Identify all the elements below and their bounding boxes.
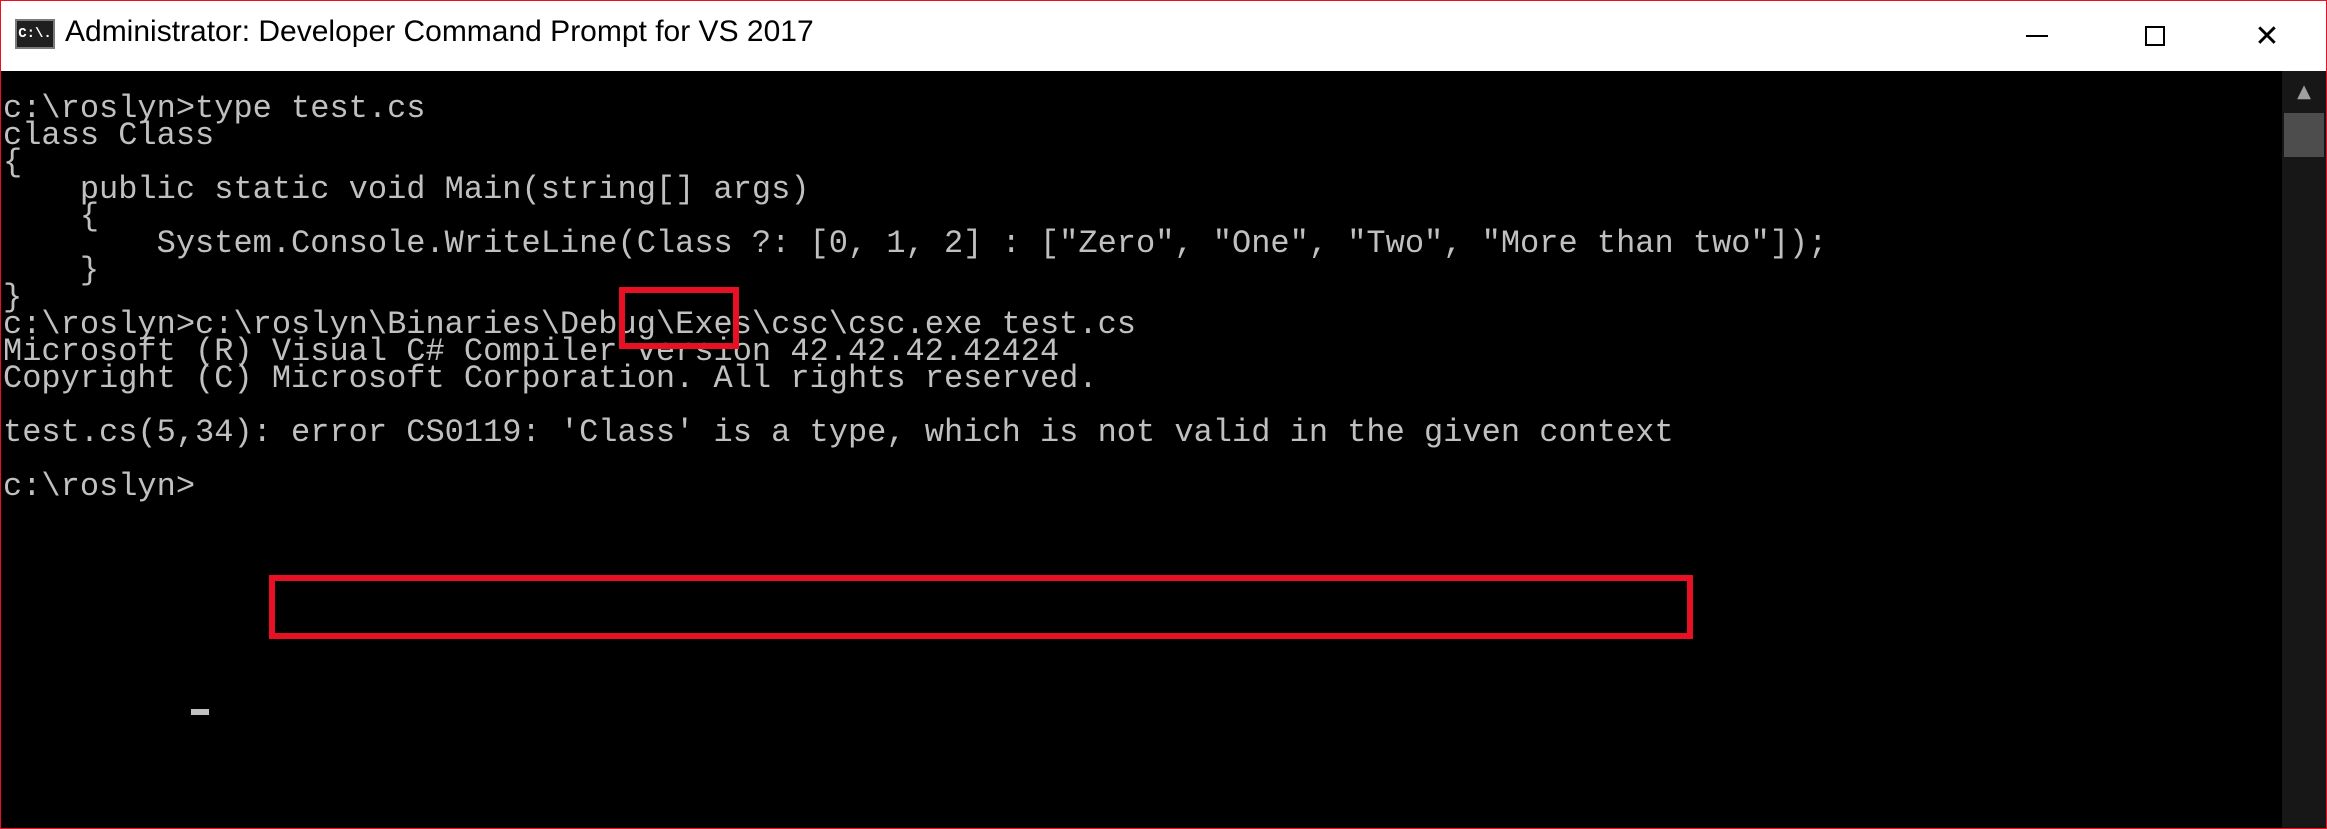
text-cursor xyxy=(191,709,209,715)
maximize-button[interactable] xyxy=(2096,1,2214,71)
command-prompt-window: C:\. Administrator: Developer Command Pr… xyxy=(0,0,2327,829)
close-button[interactable]: ✕ xyxy=(2208,1,2326,71)
minimize-icon xyxy=(2026,35,2048,37)
minimize-button[interactable] xyxy=(1978,1,2096,71)
title-bar[interactable]: C:\. Administrator: Developer Command Pr… xyxy=(1,1,2326,71)
vertical-scrollbar[interactable]: ▲ xyxy=(2282,71,2326,828)
console-line: c:\roslyn> xyxy=(3,468,196,505)
console-line: public static void Main(string[] args) xyxy=(3,171,810,208)
maximize-icon xyxy=(2145,26,2165,46)
highlight-box-error xyxy=(269,575,1693,639)
close-icon: ✕ xyxy=(2254,18,2280,54)
scroll-thumb[interactable] xyxy=(2284,113,2324,157)
console-output[interactable]: c:\roslyn>type test.cs class Class { pub… xyxy=(1,71,2282,828)
scroll-up-arrow-icon[interactable]: ▲ xyxy=(2282,71,2326,111)
console-line: class Class xyxy=(3,117,215,154)
console-line: System.Console.WriteLine(Class ?: [0, 1,… xyxy=(3,225,1828,262)
console-line: test.cs(5,34): error CS0119: 'Class' is … xyxy=(3,414,1674,451)
console-line: Copyright (C) Microsoft Corporation. All… xyxy=(3,360,1098,397)
highlight-box-class xyxy=(619,287,739,349)
console-app-icon[interactable]: C:\. xyxy=(15,19,55,49)
window-title: Administrator: Developer Command Prompt … xyxy=(65,15,814,48)
